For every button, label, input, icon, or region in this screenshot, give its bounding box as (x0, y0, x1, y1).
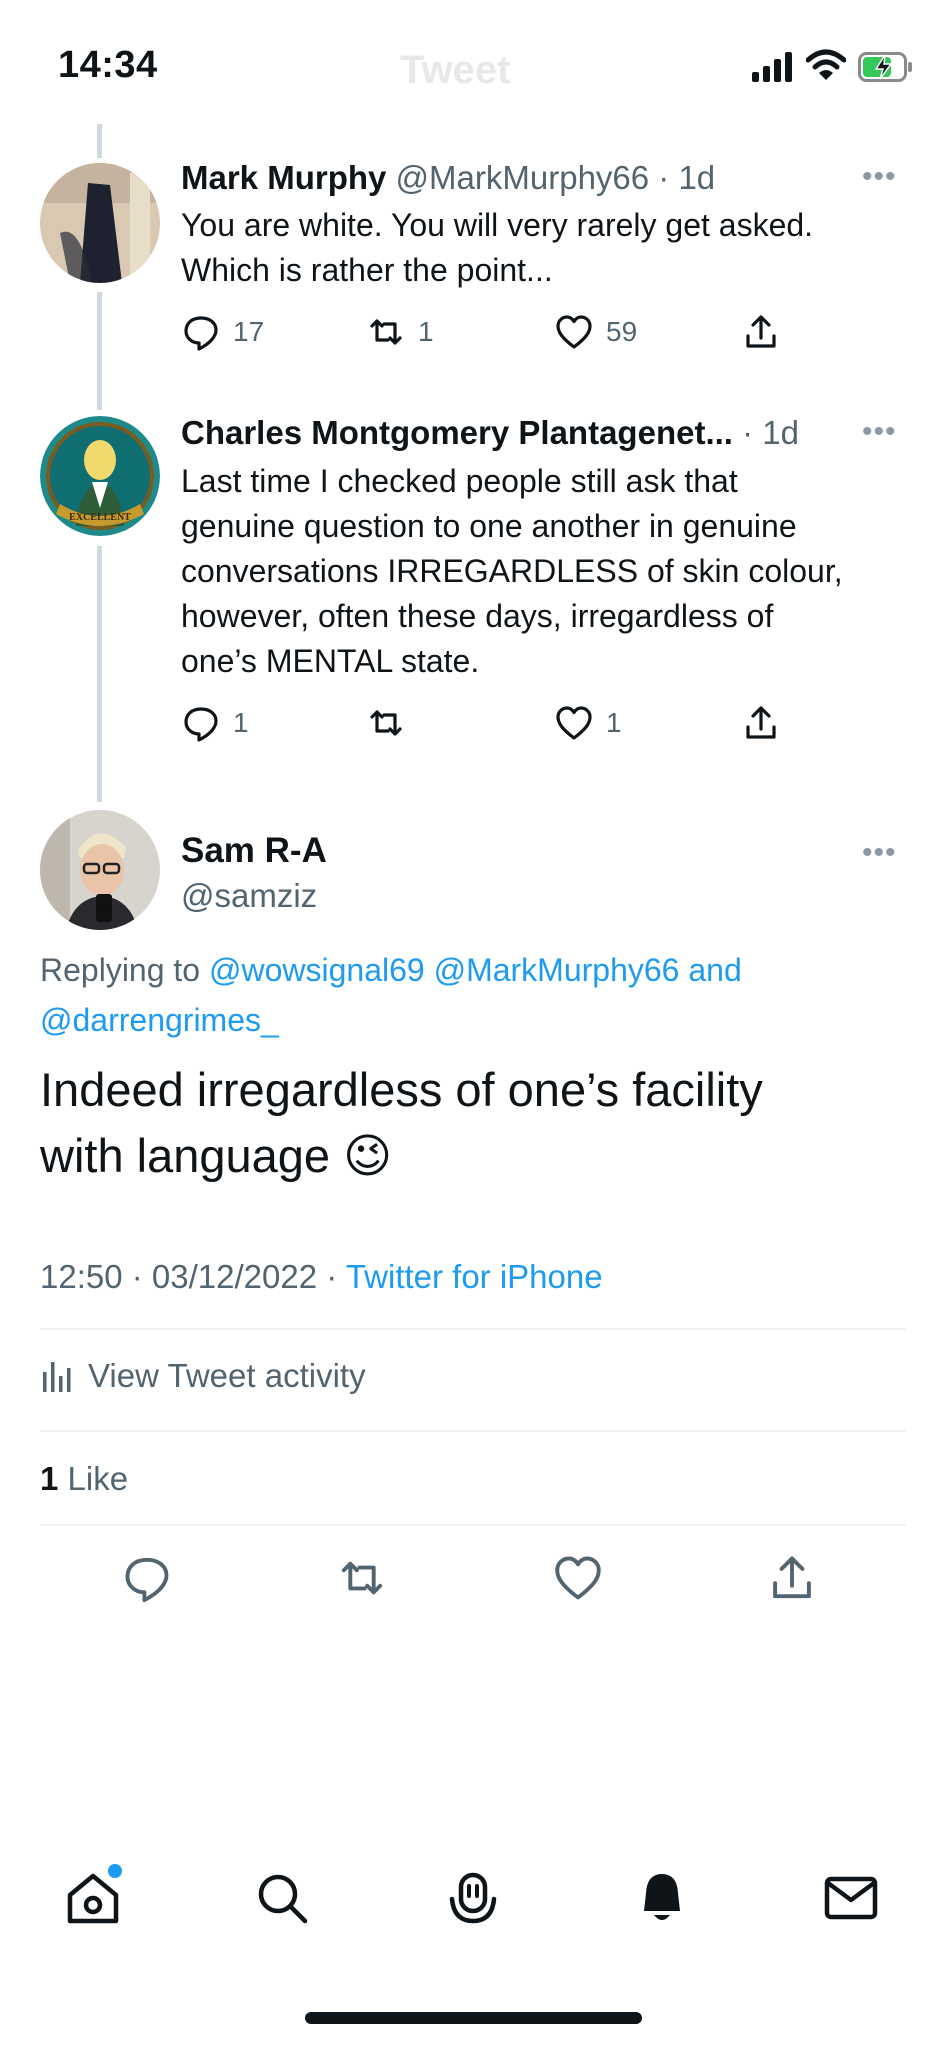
wifi-icon (806, 49, 846, 80)
tweet-text-line: You are white. You will very rarely get … (181, 207, 814, 243)
retweet-button[interactable]: 1 (366, 312, 434, 352)
notifications-icon[interactable] (633, 1869, 691, 1932)
avatar[interactable] (40, 810, 160, 930)
tweet-time: · 1d (658, 159, 716, 196)
tweet-text-line: Last time I checked people still ask tha… (181, 463, 738, 499)
reply-icon (184, 316, 218, 351)
tweet-header: Mark Murphy @MarkMurphy66 · 1d (181, 159, 715, 197)
main-tweet-text: Indeed irregardless of one’s facility wi… (40, 1057, 763, 1190)
retweet-button[interactable] (366, 703, 418, 743)
thread-line (97, 546, 102, 802)
like-count: 1 (606, 707, 622, 738)
tweet-text-line: one’s MENTAL state. (181, 643, 480, 679)
messages-icon[interactable] (822, 1869, 880, 1932)
source-link[interactable]: Twitter for iPhone (346, 1258, 603, 1295)
tweet-text-line: Which is rather the point... (181, 252, 553, 288)
replying-to: Replying to @wowsignal69 @MarkMurphy66 a… (40, 945, 900, 1045)
heart-icon (556, 706, 592, 740)
like-label: Like (67, 1460, 129, 1497)
mention-and[interactable]: and (688, 952, 741, 988)
spaces-icon[interactable] (444, 1869, 502, 1932)
share-icon (746, 706, 776, 739)
more-options-button[interactable]: ••• (862, 415, 897, 449)
divider (40, 1524, 906, 1526)
home-icon[interactable] (64, 1869, 122, 1932)
like-button[interactable]: 1 (554, 703, 622, 743)
likes-summary[interactable]: 1 Like (40, 1460, 128, 1498)
tweet-text-line: Indeed irregardless of one’s facility (40, 1063, 763, 1116)
tweet-text-line: with language (40, 1129, 331, 1182)
author-name[interactable]: Sam R-A (181, 831, 327, 871)
timestamp: 12:50 · 03/12/2022 · (40, 1258, 338, 1295)
analytics-icon (43, 1362, 71, 1392)
share-button[interactable] (766, 1552, 818, 1609)
retweet-button[interactable] (336, 1552, 388, 1609)
wink-emoji: 😉 (343, 1129, 393, 1184)
thread-line (97, 124, 102, 158)
reply-icon (184, 707, 218, 742)
tweet-header: Charles Montgomery Plantagenet... · 1d (181, 414, 799, 452)
mention-link[interactable]: @MarkMurphy66 (434, 952, 680, 988)
tweet-time: · 1d (742, 414, 799, 451)
retweet-count: 1 (418, 316, 434, 347)
like-total: 1 (40, 1460, 59, 1497)
more-options-button[interactable]: ••• (862, 160, 897, 194)
mention-link[interactable]: @darrengrimes_ (40, 1002, 279, 1038)
reply-icon (125, 1557, 169, 1603)
share-icon (773, 1556, 811, 1599)
author-handle[interactable]: @MarkMurphy66 (396, 159, 650, 196)
home-notification-dot (108, 1864, 122, 1878)
tweet-text-line: genuine question to one another in genui… (181, 508, 797, 544)
author-name[interactable]: Mark Murphy (181, 159, 386, 196)
heart-icon (556, 315, 592, 349)
retweet-icon (370, 710, 402, 736)
tweet-text: Last time I checked people still ask tha… (181, 459, 843, 684)
view-activity-button[interactable]: View Tweet activity (40, 1357, 366, 1395)
author-handle[interactable]: @samziz (181, 877, 317, 915)
avatar[interactable] (40, 163, 160, 283)
share-button[interactable] (741, 312, 781, 352)
reply-count: 17 (233, 316, 265, 347)
signal-icon (752, 52, 794, 82)
replying-to-label: Replying to (40, 952, 201, 988)
avatar-badge-text: EXCELLENT (69, 512, 131, 523)
avatar[interactable]: EXCELLENT (40, 416, 160, 536)
author-name[interactable]: Charles Montgomery Plantagenet... (181, 414, 733, 451)
retweet-icon (370, 319, 402, 345)
reply-button[interactable]: 17 (181, 312, 264, 352)
screen-title: Tweet (400, 48, 511, 92)
view-activity-label: View Tweet activity (88, 1357, 366, 1394)
share-icon (746, 315, 776, 348)
thread-line (97, 292, 102, 410)
reply-count: 1 (233, 707, 249, 738)
tweet-text-line: conversations IRREGARDLESS of skin colou… (181, 553, 843, 589)
retweet-icon (341, 1561, 383, 1595)
home-indicator (305, 2012, 642, 2024)
battery-charging-icon (858, 52, 912, 82)
like-button[interactable] (552, 1552, 604, 1609)
tweet-text-line: however, often these days, irregardless … (181, 598, 774, 634)
like-count: 59 (606, 316, 638, 347)
reply-button[interactable]: 1 (181, 703, 249, 743)
share-button[interactable] (741, 703, 781, 743)
reply-button[interactable] (121, 1552, 173, 1609)
tweet-text: You are white. You will very rarely get … (181, 203, 813, 293)
search-icon[interactable] (253, 1869, 311, 1932)
divider (40, 1430, 906, 1432)
heart-icon (555, 1556, 601, 1600)
status-time: 14:34 (58, 44, 158, 86)
mention-link[interactable]: @wowsignal69 (209, 952, 425, 988)
tweet-meta: 12:50 · 03/12/2022 · Twitter for iPhone (40, 1258, 603, 1296)
like-button[interactable]: 59 (554, 312, 637, 352)
divider (40, 1328, 906, 1330)
more-options-button[interactable]: ••• (862, 836, 897, 870)
